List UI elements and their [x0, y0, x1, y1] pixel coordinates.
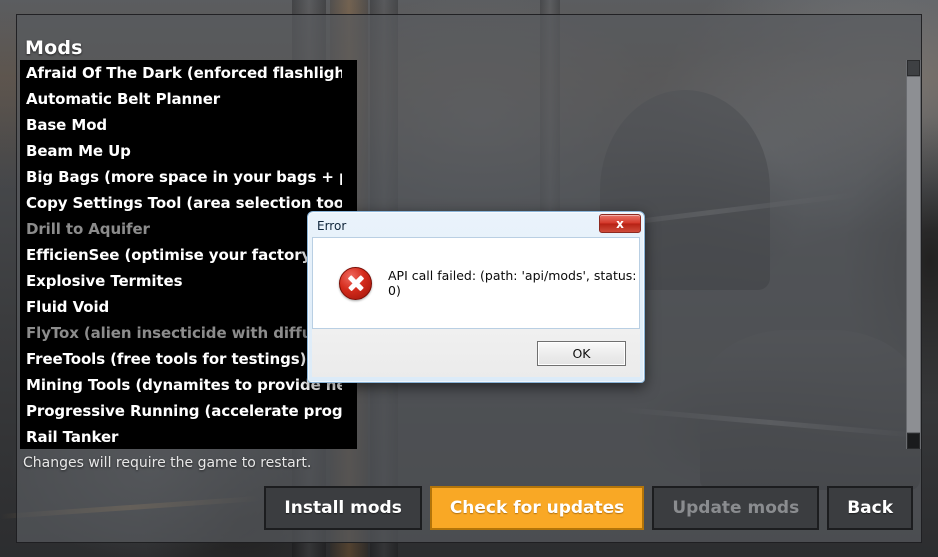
mod-list-item[interactable]: Drill to Aquifer	[20, 216, 342, 242]
mod-list-item[interactable]: Base Mod	[20, 112, 342, 138]
page-title: Mods	[25, 37, 83, 59]
mod-list-item[interactable]: FlyTox (alien insecticide with diffusors	[20, 320, 342, 346]
mod-list-item[interactable]: Afraid Of The Dark (enforced flashlight …	[20, 60, 342, 86]
error-circle-x-icon	[339, 266, 372, 300]
mod-list-item[interactable]: Beam Me Up	[20, 138, 342, 164]
check-for-updates-button[interactable]: Check for updates	[429, 486, 645, 530]
mod-list-item[interactable]: Automatic Belt Planner	[20, 86, 342, 112]
mod-list-item[interactable]: EfficienSee (optimise your factory !)	[20, 242, 342, 268]
scroll-down-thumb-icon[interactable]	[907, 433, 920, 449]
error-dialog-body: API call failed: (path: 'api/mods', stat…	[312, 237, 640, 329]
error-dialog-titlebar[interactable]: Error x	[311, 214, 641, 237]
back-button[interactable]: Back	[827, 486, 913, 530]
mod-list-item[interactable]: Copy Settings Tool (area selection tool …	[20, 190, 342, 216]
mod-list-item[interactable]: Explosive Termites	[20, 268, 342, 294]
mod-list[interactable]: Afraid Of The Dark (enforced flashlight …	[20, 60, 342, 449]
mod-list-scrollbar[interactable]	[906, 60, 921, 449]
scrollbar-track[interactable]	[907, 77, 920, 432]
error-dialog-footer: OK	[312, 329, 640, 377]
mod-list-item[interactable]: Mining Tools (dynamites to provide new r…	[20, 372, 342, 398]
error-dialog-title: Error	[317, 219, 347, 233]
restart-notice: Changes will require the game to restart…	[23, 455, 312, 471]
scroll-up-thumb-icon[interactable]	[907, 60, 920, 76]
mod-list-item[interactable]: FreeTools (free tools for testings)	[20, 346, 342, 372]
close-icon[interactable]: x	[599, 214, 641, 233]
mod-list-item[interactable]: Progressive Running (accelerate progress…	[20, 398, 342, 424]
update-mods-button: Update mods	[652, 486, 820, 530]
mod-list-item[interactable]: Big Bags (more space in your bags + pick…	[20, 164, 342, 190]
mod-list-item[interactable]: Fluid Void	[20, 294, 342, 320]
error-message-text: API call failed: (path: 'api/mods', stat…	[388, 268, 637, 298]
game-screen: Mods Afraid Of The Dark (enforced flashl…	[0, 0, 938, 557]
install-mods-button[interactable]: Install mods	[264, 486, 422, 530]
action-button-row: Install mods Check for updates Update mods…	[264, 486, 913, 530]
mod-list-item[interactable]: Rail Tanker	[20, 424, 342, 449]
ok-button[interactable]: OK	[537, 340, 626, 366]
error-dialog: Error x API call failed: (path: 'api/mod…	[307, 211, 645, 383]
